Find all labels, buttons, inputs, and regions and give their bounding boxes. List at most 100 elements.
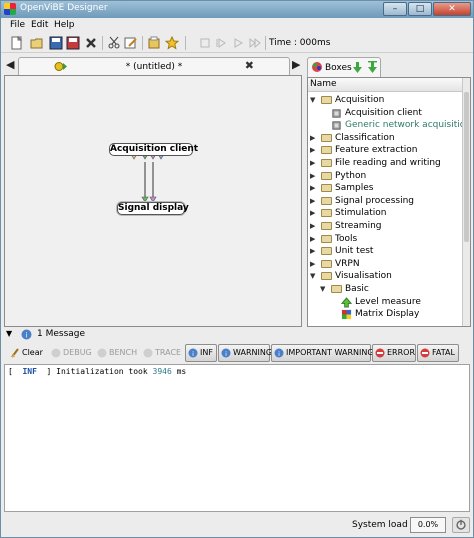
expand-right-icon[interactable]: ▶ bbox=[310, 132, 318, 144]
filter-bench-button[interactable]: BENCH bbox=[94, 344, 138, 362]
fast-forward-icon[interactable] bbox=[248, 36, 262, 50]
tree-category[interactable]: ▼ Basic bbox=[320, 283, 460, 295]
bench-label: BENCH bbox=[109, 348, 138, 357]
expand-right-icon[interactable]: ▶ bbox=[310, 144, 318, 156]
maximize-button[interactable]: □ bbox=[408, 2, 432, 16]
collapse-messages-icon[interactable]: ▼ bbox=[6, 329, 12, 338]
clear-messages-button[interactable]: Clear bbox=[7, 344, 44, 362]
filter-fatal-button[interactable]: FATAL bbox=[417, 344, 459, 362]
toolbar-separator bbox=[185, 36, 186, 50]
expand-right-icon[interactable]: ▶ bbox=[310, 220, 318, 232]
tab-scroll-left-icon[interactable]: ◀ bbox=[6, 58, 14, 71]
folder-icon bbox=[321, 234, 332, 243]
expand-right-icon[interactable]: ▶ bbox=[310, 170, 318, 182]
expand-down-icon[interactable]: ▼ bbox=[310, 270, 318, 282]
tree-item-label: File reading and writing bbox=[335, 158, 441, 168]
open-folder-icon[interactable] bbox=[30, 36, 44, 50]
box-signal-display[interactable]: Signal display bbox=[117, 202, 189, 215]
title-bar[interactable]: OpenViBE Designer – □ ✕ bbox=[1, 1, 473, 18]
tree-item-label: Generic network acquisition bbox=[345, 120, 471, 131]
tree-category[interactable]: ▼ Visualisation bbox=[310, 270, 460, 282]
update-arrow-icon[interactable] bbox=[367, 61, 378, 74]
box-tree[interactable]: Name ▼ Acquisition Acquisition client Gener… bbox=[307, 77, 471, 327]
tab-close-icon[interactable]: ✖ bbox=[245, 59, 254, 72]
tree-category[interactable]: ▼ Acquisition bbox=[310, 94, 460, 106]
messages-header[interactable]: ▼ i 1 Message bbox=[4, 328, 470, 342]
tree-item-label: Feature extraction bbox=[335, 145, 418, 156]
stop-icon[interactable] bbox=[198, 36, 212, 50]
folder-icon bbox=[331, 285, 342, 293]
tree-category[interactable]: ▶ Python bbox=[310, 170, 460, 182]
tree-category[interactable]: ▶ Unit test bbox=[310, 245, 460, 257]
expand-down-icon[interactable]: ▼ bbox=[310, 94, 318, 106]
tree-category[interactable]: ▶ Classification bbox=[310, 132, 460, 144]
tree-scrollbar-thumb[interactable] bbox=[464, 92, 469, 242]
filter-error-button[interactable]: ERROR bbox=[372, 344, 416, 362]
tree-item-label: Matrix Display bbox=[355, 309, 420, 320]
tab-scroll-right-icon[interactable]: ▶ bbox=[292, 58, 300, 71]
menu-edit[interactable]: Edit bbox=[31, 20, 48, 30]
play-icon[interactable] bbox=[231, 36, 245, 50]
tree-category[interactable]: ▶ Samples bbox=[310, 182, 460, 194]
trace-label: TRACE bbox=[155, 348, 182, 357]
close-scenario-icon[interactable] bbox=[84, 36, 98, 50]
new-scenario-icon[interactable] bbox=[10, 36, 24, 50]
tree-header-name[interactable]: Name bbox=[308, 78, 463, 92]
scenario-canvas[interactable]: Acquisition client Signal display bbox=[4, 75, 302, 327]
menu-help[interactable]: Help bbox=[54, 20, 75, 30]
warning-label: WARNING bbox=[233, 348, 273, 357]
filter-warning-button[interactable]: i WARNING bbox=[218, 344, 273, 362]
tree-item-label: Basic bbox=[345, 284, 369, 294]
time-display: Time : 000ms bbox=[269, 38, 331, 48]
tree-category[interactable]: ▶ Feature extraction bbox=[310, 144, 460, 156]
menu-file[interactable]: File bbox=[10, 20, 25, 30]
edit-comment-icon[interactable] bbox=[124, 36, 138, 50]
log-level: INF bbox=[22, 367, 37, 376]
tree-category[interactable]: ▶ Tools bbox=[310, 233, 460, 245]
tree-box-item[interactable]: Acquisition client bbox=[320, 107, 460, 119]
error-icon bbox=[375, 348, 385, 358]
tab-boxes[interactable]: Boxes bbox=[307, 57, 381, 77]
folder-icon bbox=[321, 222, 332, 230]
expand-down-icon[interactable]: ▼ bbox=[320, 283, 328, 295]
save-icon[interactable] bbox=[49, 36, 63, 50]
step-icon[interactable] bbox=[214, 36, 228, 50]
tree-box-item[interactable]: Matrix Display bbox=[330, 308, 460, 320]
tree-scrollbar[interactable] bbox=[462, 78, 470, 326]
filter-trace-button[interactable]: TRACE bbox=[140, 344, 182, 362]
log-output[interactable]: [ INF ] Initialization took 3946 ms bbox=[4, 364, 470, 512]
download-arrow-icon[interactable] bbox=[352, 61, 363, 74]
tree-category[interactable]: ▶ Stimulation bbox=[310, 207, 460, 219]
cut-icon[interactable] bbox=[107, 36, 121, 50]
expand-right-icon[interactable]: ▶ bbox=[310, 157, 318, 169]
expand-right-icon[interactable]: ▶ bbox=[310, 258, 318, 270]
messages-toolbar: Clear DEBUG BENCH TRACE i INF i WARNING … bbox=[4, 343, 470, 363]
tree-category[interactable]: ▶ Signal processing bbox=[310, 195, 460, 207]
tree-box-item[interactable]: Level measure bbox=[330, 296, 460, 308]
filter-info-button[interactable]: i INF bbox=[185, 344, 217, 362]
minimize-button[interactable]: – bbox=[383, 2, 407, 16]
tree-category[interactable]: ▶ Streaming bbox=[310, 220, 460, 232]
folder-icon bbox=[321, 96, 332, 104]
scenario-settings-icon[interactable] bbox=[147, 36, 161, 50]
filter-debug-button[interactable]: DEBUG bbox=[48, 344, 93, 362]
folder-icon bbox=[321, 272, 332, 281]
close-window-button[interactable]: ✕ bbox=[433, 2, 471, 16]
filter-important-warning-button[interactable]: i IMPORTANT WARNING bbox=[271, 344, 374, 362]
expand-right-icon[interactable]: ▶ bbox=[310, 182, 318, 194]
expand-right-icon[interactable]: ▶ bbox=[310, 195, 318, 207]
resize-grip-icon[interactable] bbox=[452, 517, 470, 533]
expand-right-icon[interactable]: ▶ bbox=[310, 233, 318, 245]
expand-right-icon[interactable]: ▶ bbox=[310, 207, 318, 219]
tree-box-item[interactable]: Generic network acquisition bbox=[320, 119, 470, 131]
expand-right-icon[interactable]: ▶ bbox=[310, 245, 318, 257]
scenario-panel: ◀ * (untitled) * ✖ ▶ Acquisition client … bbox=[4, 55, 302, 327]
matrix-display-icon bbox=[341, 310, 352, 320]
favourite-star-icon[interactable] bbox=[165, 36, 179, 50]
save-as-icon[interactable] bbox=[66, 36, 80, 50]
tab-untitled-scenario[interactable]: * (untitled) * ✖ bbox=[18, 57, 290, 75]
box-acquisition-client[interactable]: Acquisition client bbox=[109, 143, 198, 156]
tree-item-label: Streaming bbox=[335, 221, 382, 231]
tree-category[interactable]: ▶ File reading and writing bbox=[310, 157, 460, 169]
tree-category[interactable]: ▶ VRPN bbox=[310, 258, 460, 270]
